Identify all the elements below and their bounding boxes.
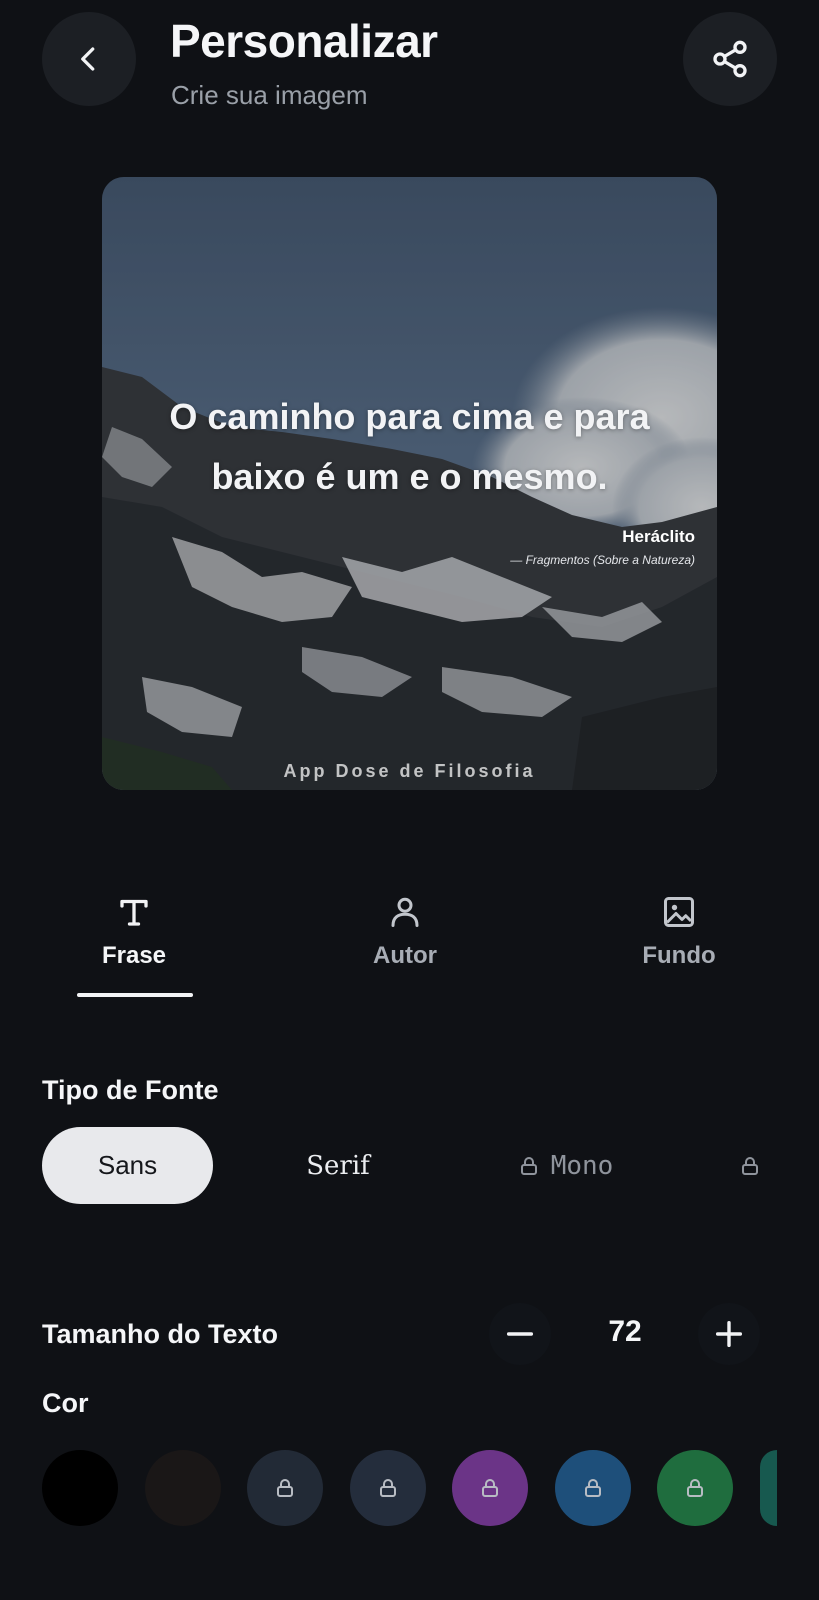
text-size-label: Tamanho do Texto	[42, 1319, 278, 1349]
color-swatch[interactable]	[759, 1450, 777, 1526]
color-swatch[interactable]	[657, 1450, 733, 1526]
share-button[interactable]	[683, 12, 777, 106]
font-option-sans[interactable]: Sans	[42, 1127, 213, 1204]
font-option-serif-label: Serif	[306, 1150, 370, 1181]
quote-author: Heráclito	[622, 527, 695, 546]
color-swatch[interactable]	[554, 1450, 631, 1526]
active-tab-indicator	[77, 993, 193, 997]
font-option-sans-label: Sans	[97, 1150, 158, 1180]
minus-icon	[506, 1332, 534, 1336]
font-option-mono[interactable]: Mono	[490, 1127, 640, 1204]
page-title: Personalizar	[170, 15, 438, 67]
lock-icon	[482, 1479, 498, 1497]
tab-fundo-label: Fundo	[642, 942, 716, 969]
color-swatch[interactable]	[42, 1450, 118, 1526]
lock-icon	[379, 1479, 396, 1497]
image-icon	[664, 897, 694, 927]
page-subtitle: Crie sua imagem	[171, 80, 368, 110]
lock-icon	[277, 1479, 293, 1497]
lock-icon	[742, 1156, 758, 1175]
text-icon	[120, 899, 148, 926]
tab-autor[interactable]: Autor	[325, 892, 485, 970]
color-swatch[interactable]	[144, 1450, 221, 1526]
color-swatch[interactable]	[349, 1450, 426, 1526]
font-option-locked[interactable]	[720, 1127, 780, 1204]
lock-icon	[584, 1479, 601, 1497]
color-swatch[interactable]	[247, 1450, 323, 1526]
person-icon	[391, 897, 419, 927]
tab-frase[interactable]: Frase	[54, 892, 214, 970]
quote-preview-card: O caminho para cima e para baixo é um e …	[102, 177, 717, 790]
share-icon	[713, 40, 747, 78]
lock-icon	[520, 1156, 537, 1175]
color-label: Cor	[42, 1388, 89, 1418]
plus-icon	[715, 1320, 743, 1348]
font-option-serif[interactable]: Serif	[258, 1127, 418, 1204]
tab-autor-label: Autor	[373, 942, 437, 969]
quote-work: — Fragmentos (Sobre a Natureza)	[510, 553, 695, 567]
chevron-left-icon	[81, 47, 95, 71]
font-option-mono-label: Mono	[550, 1150, 614, 1181]
quote-text: O caminho para cima e para baixo é um e …	[169, 396, 650, 497]
font-type-label: Tipo de Fonte	[42, 1075, 219, 1105]
back-button[interactable]	[42, 12, 136, 106]
tab-fundo[interactable]: Fundo	[599, 892, 759, 970]
text-size-value: 72	[608, 1315, 642, 1348]
quote-author-block: Heráclito — Fragmentos (Sobre a Natureza…	[510, 527, 695, 567]
tab-frase-label: Frase	[101, 942, 167, 969]
decrease-size-button[interactable]	[489, 1303, 551, 1365]
color-swatch[interactable]	[452, 1450, 528, 1526]
watermark: App Dose de Filosofia	[283, 761, 536, 781]
lock-icon	[687, 1479, 703, 1497]
increase-size-button[interactable]	[698, 1303, 760, 1365]
